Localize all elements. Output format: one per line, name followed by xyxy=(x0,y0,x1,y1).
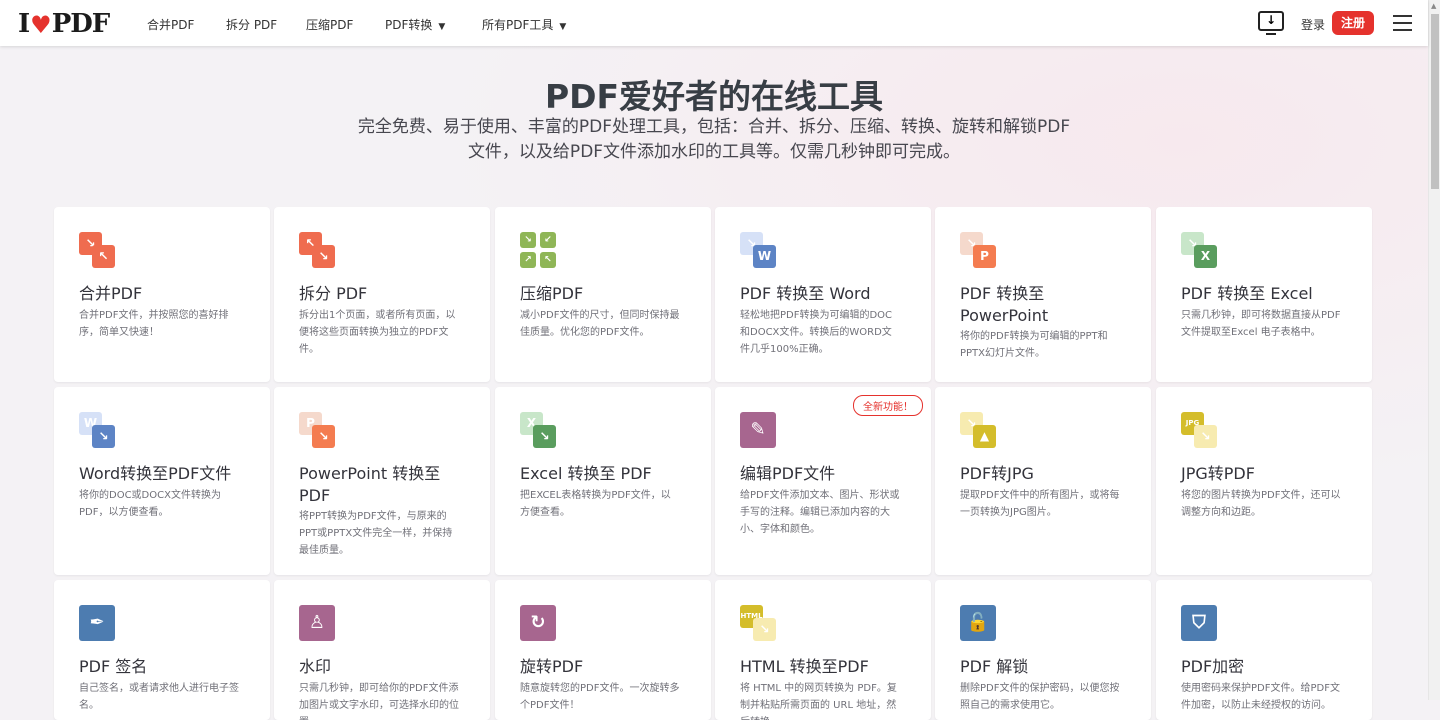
powerpoint-to-pdf-icon: P ↘ xyxy=(299,412,335,448)
tool-card[interactable]: JPG ↘ JPG转PDF 将您的图片转换为PDF文件，还可以调整方向和边距。 xyxy=(1156,387,1372,575)
tool-description: 自己签名，或者请求他人进行电子签名。 xyxy=(79,683,239,711)
edit-pdf-icon: ✎ xyxy=(740,412,776,448)
tool-title: PowerPoint 转换至 PDF xyxy=(299,464,441,505)
pdf-to-excel-icon: ↘ X xyxy=(1181,232,1217,268)
tool-description: 将你的PDF转换为可编辑的PPT和PPTX幻灯片文件。 xyxy=(960,331,1108,359)
tool-card[interactable]: ✎ 编辑PDF文件给PDF文件添加文本、图片、形状或手写的注释。编辑已添加内容的大… xyxy=(715,387,931,575)
tool-description: 给PDF文件添加文本、图片、形状或手写的注释。编辑已添加内容的大小、字体和颜色。 xyxy=(740,490,900,535)
rotate-pdf-icon: ↻ xyxy=(520,605,556,641)
tool-card[interactable]: ↻ 旋转PDF 随意旋转您的PDF文件。一次旋转多个PDF文件！ xyxy=(495,580,711,720)
tool-card[interactable]: ↘ W PDF 转换至 Word 轻松地把PDF转换为可编辑的DOC和DOCX文件。转… xyxy=(715,207,931,382)
excel-to-pdf-icon: X ↘ xyxy=(520,412,556,448)
tool-description: 将你的DOC或DOCX文件转换为PDF，以方便查看。 xyxy=(79,490,221,518)
nav-convert-label: PDF转换 xyxy=(385,18,433,32)
tool-description: 提取PDF文件中的所有图片，或将每一页转换为JPG图片。 xyxy=(960,490,1120,518)
tool-title: HTML 转换至PDF xyxy=(740,657,869,676)
tool-card[interactable]: W ↘ Word转换至PDF文件将你的DOC或DOCX文件转换为PDF，以方便查看。 xyxy=(54,387,270,575)
tool-card[interactable]: X ↘ Excel 转换至 PDF 把EXCEL表格转换为PDF文件，以方便查看。 xyxy=(495,387,711,575)
watermark-icon: ♙ xyxy=(299,605,335,641)
tool-title: JPG转PDF xyxy=(1181,464,1255,483)
tool-card[interactable]: P ↘ PowerPoint 转换至 PDF 将PPT转换为PDF文件，与原来的PPT… xyxy=(274,387,490,575)
compress-icon: ↘ ↙ ↗ ↖ xyxy=(520,232,556,268)
tool-description: 将您的图片转换为PDF文件，还可以调整方向和边距。 xyxy=(1181,490,1341,518)
nav-compress[interactable]: 压缩PDF xyxy=(306,16,353,33)
tool-description: 使用密码来保护PDF文件。给PDF文件加密，以防止未经授权的访问。 xyxy=(1181,683,1340,711)
tool-description: 只需几秒钟，即可给你的PDF文件添加图片或文字水印，可选择水印的位置。 xyxy=(299,683,459,720)
word-to-pdf-icon: W ↘ xyxy=(79,412,115,448)
tool-description: 将 HTML 中的网页转换为 PDF。复制并粘贴所需页面的 URL 地址，然后转… xyxy=(740,683,897,720)
caret-down-icon: ▼ xyxy=(438,22,446,32)
tool-title: Excel 转换至 PDF xyxy=(520,464,652,483)
unlock-pdf-icon: 🔓 xyxy=(960,605,996,641)
tool-title: PDF转JPG xyxy=(960,464,1034,483)
tool-description: 只需几秒钟，即可将数据直接从PDF文件提取至Excel 电子表格中。 xyxy=(1181,310,1341,338)
tool-card[interactable]: 🔓 PDF 解锁删除PDF文件的保护密码，以便您按照自己的需求使用它。 xyxy=(935,580,1151,720)
login-link[interactable]: 登录 xyxy=(1301,16,1325,33)
page-subtitle: 完全免费、易于使用、丰富的PDF处理工具，包括：合并、拆分、压缩、转换、旋转和解… xyxy=(357,117,1071,162)
html-to-pdf-icon: HTML ↘ xyxy=(740,605,776,641)
tool-description: 减小PDF文件的尺寸，但同时保持最佳质量。优化您的PDF文件。 xyxy=(520,310,680,338)
tool-title: PDF 签名 xyxy=(79,657,148,676)
nav-convert-dropdown[interactable]: PDF转换 ▼ xyxy=(385,16,445,33)
split-icon: ↖ ↘ xyxy=(299,232,335,268)
tool-title: 合并PDF xyxy=(79,284,143,303)
tool-description: 随意旋转您的PDF文件。一次旋转多个PDF文件！ xyxy=(520,683,680,711)
tool-card[interactable]: HTML ↘ HTML 转换至PDF 将 HTML 中的网页转换为 PDF。复制并粘贴… xyxy=(715,580,931,720)
tool-description: 拆分出1个页面，或者所有页面，以便将这些页面转换为独立的PDF文件。 xyxy=(299,310,456,355)
caret-down-icon: ▼ xyxy=(559,22,567,32)
new-feature-badge: 全新功能！ xyxy=(853,395,923,416)
tool-card[interactable]: ♙ 水印只需几秒钟，即可给你的PDF文件添加图片或文字水印，可选择水印的位置。 xyxy=(274,580,490,720)
nav-merge[interactable]: 合并PDF xyxy=(147,16,194,33)
hamburger-menu-icon[interactable] xyxy=(1393,15,1412,36)
tool-description: 删除PDF文件的保护密码，以便您按照自己的需求使用它。 xyxy=(960,683,1120,711)
pdf-to-word-icon: ↘ W xyxy=(740,232,776,268)
tool-title: 旋转PDF xyxy=(520,657,584,676)
desktop-download-icon[interactable]: ↓ xyxy=(1258,11,1284,35)
nav-all-tools-label: 所有PDF工具 xyxy=(482,18,554,32)
nav-split[interactable]: 拆分 PDF xyxy=(226,16,277,33)
tool-card[interactable]: ↖ ↘ 拆分 PDF 拆分出1个页面，或者所有页面，以便将这些页面转换为独立的PDF文… xyxy=(274,207,490,382)
tool-title: 拆分 PDF xyxy=(299,284,368,303)
tool-title: PDF加密 xyxy=(1181,657,1245,676)
tool-title: PDF 解锁 xyxy=(960,657,1029,676)
sign-pdf-icon: ✒ xyxy=(79,605,115,641)
tool-card[interactable]: ↘ ↖ 合并PDF 合并PDF文件，并按照您的喜好排序，简单又快速！ xyxy=(54,207,270,382)
tool-card[interactable]: ✒ PDF 签名自己签名，或者请求他人进行电子签名。 xyxy=(54,580,270,720)
tool-title: 压缩PDF xyxy=(520,284,584,303)
tool-title: 编辑PDF文件 xyxy=(740,464,836,483)
protect-pdf-icon: ⛉ xyxy=(1181,605,1217,641)
tool-description: 合并PDF文件，并按照您的喜好排序，简单又快速！ xyxy=(79,310,229,338)
pdf-to-jpg-icon: ↘ ▲ xyxy=(960,412,996,448)
tool-card[interactable]: ⛉ PDF加密使用密码来保护PDF文件。给PDF文件加密，以防止未经授权的访问。 xyxy=(1156,580,1372,720)
scrollbar[interactable]: ▲ xyxy=(1428,0,1440,700)
tool-card[interactable]: ↘ X PDF 转换至 Excel 只需几秒钟，即可将数据直接从PDF文件提取至Exc… xyxy=(1156,207,1372,382)
tool-card[interactable]: ↘ P PDF 转换至 PowerPoint 将你的PDF转换为可编辑的PPT和PPT… xyxy=(935,207,1151,382)
scrollbar-thumb[interactable] xyxy=(1431,14,1439,189)
tool-card[interactable]: ↘ ↙ ↗ ↖ 压缩PDF 减小PDF文件的尺寸，但同时保持最佳质量。优化您的PDF文件。 xyxy=(495,207,711,382)
tool-title: 水印 xyxy=(299,657,332,676)
nav-all-tools-dropdown[interactable]: 所有PDF工具 ▼ xyxy=(482,16,566,33)
merge-icon: ↘ ↖ xyxy=(79,232,115,268)
pdf-to-powerpoint-icon: ↘ P xyxy=(960,232,996,268)
tool-description: 把EXCEL表格转换为PDF文件，以方便查看。 xyxy=(520,490,671,518)
tool-title: PDF 转换至 Word xyxy=(740,284,871,303)
signup-button[interactable]: 注册 xyxy=(1332,11,1374,35)
top-navbar: I ♥ PDF 合并PDF 拆分 PDF 压缩PDF PDF转换 ▼ 所有PDF工具 ▼… xyxy=(0,0,1428,46)
scroll-up-icon[interactable]: ▲ xyxy=(1431,2,1436,10)
heart-icon: ♥ xyxy=(30,9,51,39)
tool-title: Word转换至PDF文件 xyxy=(79,464,232,483)
tool-card[interactable]: ↘ ▲ PDF转JPG 提取PDF文件中的所有图片，或将每一页转换为JPG图片。 xyxy=(935,387,1151,575)
page-title: PDF爱好者的在线工具 xyxy=(544,77,884,116)
tool-title: PDF 转换至 PowerPoint xyxy=(960,284,1049,325)
tool-title: PDF 转换至 Excel xyxy=(1181,284,1313,303)
jpg-to-pdf-icon: JPG ↘ xyxy=(1181,412,1217,448)
logo[interactable]: I ♥ PDF xyxy=(18,9,110,39)
tool-description: 轻松地把PDF转换为可编辑的DOC和DOCX文件。转换后的WORD文件几乎100… xyxy=(740,310,893,355)
tool-description: 将PPT转换为PDF文件，与原来的PPT或PPTX文件完全一样，并保持最佳质量。 xyxy=(299,511,453,556)
